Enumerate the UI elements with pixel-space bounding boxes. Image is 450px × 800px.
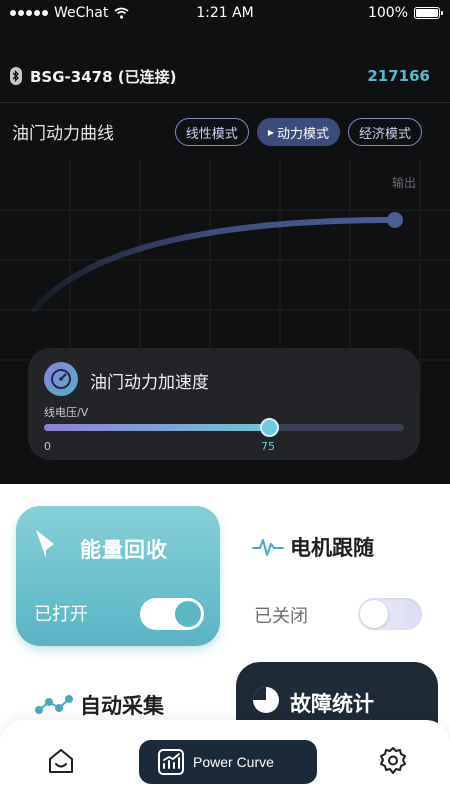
- pie-chart-icon: [253, 687, 279, 713]
- play-triangle-icon: ▶: [267, 127, 274, 137]
- voltage-axis-label: 线电压/V: [44, 406, 89, 419]
- toggle-knob: [360, 600, 388, 628]
- slider-thumb[interactable]: [260, 418, 279, 437]
- home-icon[interactable]: [46, 746, 76, 776]
- mode-power-label: 动力模式: [276, 126, 329, 142]
- data-points-icon: [35, 695, 73, 714]
- auto-collect-header[interactable]: 自动采集: [34, 690, 164, 720]
- auto-collect-title: 自动采集: [80, 694, 164, 718]
- mode-linear-label: 线性模式: [185, 126, 238, 142]
- mode-selector: 线性模式 ▶ 动力模式 经济模式: [174, 118, 422, 146]
- dark-header-section: WeChat 1:21 AM 100% BSG-3478 (已连接) 21716…: [0, 0, 450, 484]
- motor-follow-status: 已关闭: [254, 606, 308, 627]
- header-divider: [0, 102, 450, 103]
- power-curve-line: [31, 217, 398, 313]
- bottom-nav: Power Curve: [0, 720, 450, 800]
- motor-follow-header: 电机跟随: [252, 532, 374, 562]
- curve-end-handle[interactable]: [387, 212, 403, 228]
- motor-follow-toggle[interactable]: [358, 598, 422, 630]
- slider-fill: [44, 424, 269, 431]
- device-code: 217166: [367, 67, 430, 85]
- status-right: 100%: [367, 5, 443, 21]
- battery-icon: [414, 7, 443, 19]
- nav-power-curve-button[interactable]: Power Curve: [139, 740, 317, 784]
- slider-min-label: 0: [44, 440, 51, 453]
- curve-title: 油门动力曲线: [12, 124, 114, 144]
- acceleration-card: 油门动力加速度 线电压/V 0 75: [28, 348, 420, 460]
- mode-eco-label: 经济模式: [358, 126, 411, 142]
- fault-stats-title: 故障统计: [290, 692, 374, 716]
- acceleration-slider[interactable]: [44, 418, 404, 437]
- bluetooth-icon: [10, 67, 22, 85]
- energy-recovery-title: 能量回收: [80, 538, 168, 562]
- energy-recovery-icon: [36, 530, 54, 558]
- mode-linear-button[interactable]: 线性模式: [174, 118, 249, 146]
- energy-recovery-card[interactable]: 能量回收 已打开: [16, 506, 220, 646]
- speedometer-icon: [44, 362, 78, 396]
- motor-follow-title: 电机跟随: [290, 536, 374, 560]
- slider-value-label: 75: [261, 440, 275, 453]
- energy-recovery-status: 已打开: [34, 604, 88, 625]
- nav-power-curve-label: Power Curve: [193, 754, 274, 770]
- device-row[interactable]: BSG-3478 (已连接) 217166: [10, 64, 430, 88]
- toggle-knob: [175, 601, 201, 627]
- output-label: 输出: [391, 176, 416, 190]
- settings-icon[interactable]: [378, 746, 408, 776]
- energy-recovery-toggle[interactable]: [140, 598, 204, 630]
- status-bar: WeChat 1:21 AM 100%: [0, 0, 450, 26]
- device-name: BSG-3478 (已连接): [30, 67, 177, 86]
- power-curve-icon: [158, 749, 184, 775]
- mode-eco-button[interactable]: 经济模式: [347, 118, 422, 146]
- battery-percent: 100%: [367, 5, 408, 21]
- mode-power-button[interactable]: ▶ 动力模式: [256, 118, 340, 146]
- acceleration-title: 油门动力加速度: [90, 373, 209, 393]
- heartbeat-icon: [252, 539, 284, 556]
